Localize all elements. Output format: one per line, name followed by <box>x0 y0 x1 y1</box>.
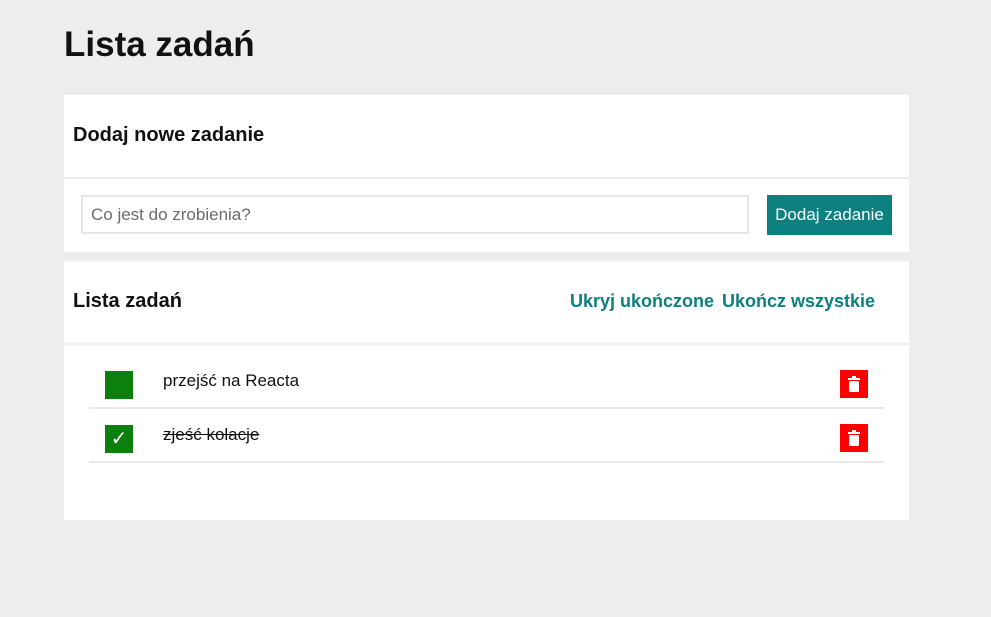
task-label: przejść na Reacta <box>163 371 300 390</box>
trash-icon <box>848 430 860 446</box>
hide-completed-link[interactable]: Ukryj ukończone <box>570 290 714 312</box>
add-task-card: Dodaj nowe zadanie Dodaj zadanie <box>64 95 909 252</box>
task-label: zjeść kolacje <box>163 425 260 444</box>
trash-icon <box>848 376 860 392</box>
add-task-button[interactable]: Dodaj zadanie <box>767 195 892 235</box>
task-checkbox[interactable]: ✓ <box>105 425 133 453</box>
delete-task-button[interactable] <box>840 370 868 398</box>
task-list-card-title: Lista zadań <box>73 290 182 312</box>
task-list-card-header: Lista zadań Ukryj ukończone Ukończ wszys… <box>64 261 909 345</box>
page-title: Lista zadań <box>64 25 255 64</box>
task-checkbox[interactable] <box>105 371 133 399</box>
task-row: przejść na Reacta <box>89 355 884 409</box>
task-row: ✓ zjeść kolacje <box>89 409 884 463</box>
new-task-input[interactable] <box>81 195 749 234</box>
add-task-card-title: Dodaj nowe zadanie <box>73 124 265 146</box>
complete-all-link[interactable]: Ukończ wszystkie <box>722 290 875 312</box>
check-icon: ✓ <box>110 428 128 450</box>
task-list-card: Lista zadań Ukryj ukończone Ukończ wszys… <box>64 261 909 520</box>
delete-task-button[interactable] <box>840 424 868 452</box>
add-task-card-header: Dodaj nowe zadanie <box>64 95 909 179</box>
